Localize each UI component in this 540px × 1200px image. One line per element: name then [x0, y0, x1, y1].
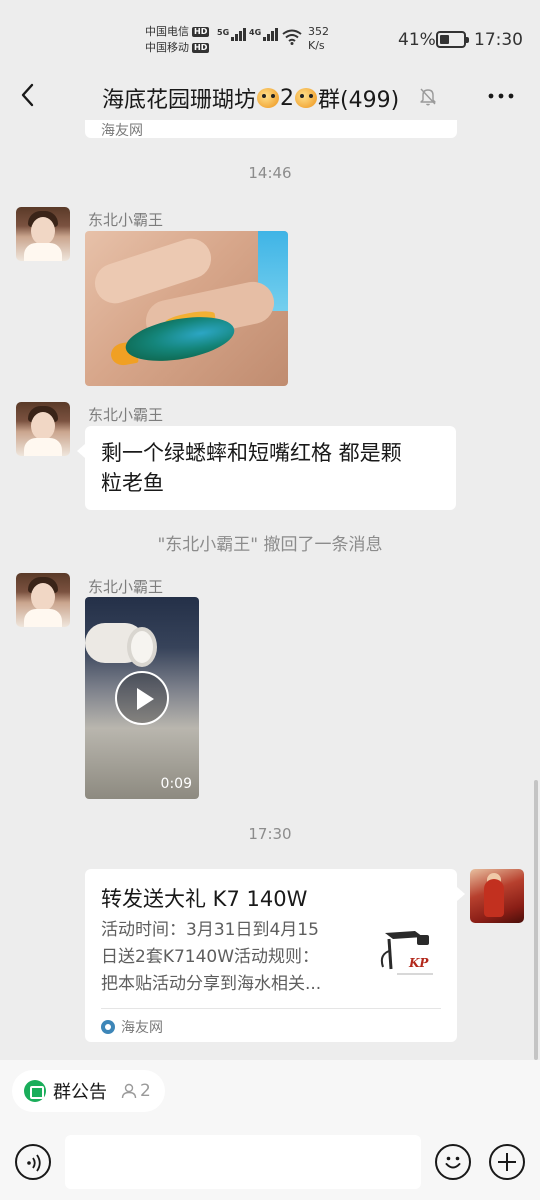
- carrier-info: 中国电信 HD 中国移动 HD: [145, 24, 210, 56]
- carrier-1-label: 中国电信: [145, 25, 189, 38]
- input-bar: [0, 1120, 540, 1200]
- battery-percentage: 41%: [398, 30, 436, 50]
- source-logo-icon: [101, 1020, 115, 1034]
- sender-name: 东北小霸王: [88, 406, 164, 424]
- sender-name: 东北小霸王: [88, 578, 164, 596]
- signal-5g-icon: 5G: [217, 28, 247, 41]
- video-duration: 0:09: [160, 776, 192, 792]
- sender-avatar[interactable]: [16, 573, 70, 627]
- text-message-bubble[interactable]: 剩一个绿蟋蟀和短嘴红格 都是颗 粒老鱼: [77, 426, 456, 510]
- message-text-line: 剩一个绿蟋蟀和短嘴红格 都是颗: [101, 441, 402, 465]
- link-card-divider: [101, 1008, 441, 1009]
- pufferfish-icon: [257, 88, 280, 108]
- message-text-line: 粒老鱼: [101, 471, 164, 495]
- sender-avatar[interactable]: [16, 402, 70, 456]
- link-card-description: 活动时间：3月31日到4月15 日送2套K7140W活动规则： 把本贴活动分享到…: [101, 920, 322, 994]
- group-notice-label: 群公告: [53, 1082, 107, 1103]
- group-tools-strip: 群公告 2: [0, 1060, 540, 1120]
- recall-notice: "东北小霸王" 撤回了一条消息: [157, 535, 383, 555]
- wifi-icon: [282, 29, 302, 45]
- video-message[interactable]: 0:09: [85, 597, 199, 799]
- group-title-part1: 海底花园珊瑚坊: [102, 88, 257, 113]
- bell-muted-icon: [420, 88, 436, 106]
- emoji-icon: [445, 1156, 461, 1169]
- battery-fill: [440, 35, 449, 44]
- more-button[interactable]: [486, 84, 516, 108]
- person-icon: [121, 1083, 137, 1099]
- carrier-2-label: 中国移动: [145, 41, 189, 54]
- pufferfish-icon: [295, 88, 318, 108]
- my-avatar[interactable]: [470, 869, 524, 923]
- more-horizontal-icon: [488, 93, 514, 99]
- voice-icon: [27, 1154, 41, 1172]
- link-card-thumbnail: KP: [373, 921, 443, 991]
- network-speed: 352 K/s: [308, 25, 329, 52]
- message-input[interactable]: [65, 1135, 421, 1189]
- signal-4g-icon: 4G: [249, 28, 279, 41]
- notice-count: 2: [120, 1081, 151, 1101]
- image-message[interactable]: [85, 231, 288, 386]
- notice-count-value: 2: [140, 1081, 151, 1101]
- group-title-part2: 2: [280, 85, 295, 111]
- play-icon[interactable]: [115, 671, 169, 725]
- hd-badge: HD: [192, 27, 210, 37]
- battery-icon: [436, 31, 469, 48]
- group-title: 海底花园珊瑚坊 2 群(499): [102, 82, 399, 114]
- chat-scrollbar[interactable]: [534, 780, 538, 1060]
- group-title-part3: 群(499): [318, 88, 400, 113]
- hd-badge: HD: [192, 43, 210, 53]
- chevron-left-icon: [21, 83, 34, 107]
- voice-input-button[interactable]: [15, 1144, 51, 1180]
- chat-title-bar: 海底花园珊瑚坊 2 群(499): [0, 72, 540, 120]
- timestamp: 17:30: [248, 825, 292, 843]
- timestamp: 14:46: [248, 164, 292, 182]
- group-notice-button[interactable]: 群公告 2: [12, 1070, 165, 1112]
- link-card-partial[interactable]: 海友网: [85, 120, 457, 139]
- status-time: 17:30: [474, 30, 523, 50]
- emoji-button[interactable]: [435, 1144, 471, 1180]
- link-card-source: 海友网: [121, 1020, 163, 1036]
- svg-text:KP: KP: [408, 956, 429, 970]
- link-card-message[interactable]: 转发送大礼 K7 140W 活动时间：3月31日到4月15 日送2套K7140W…: [85, 869, 465, 1042]
- link-card-title: 转发送大礼 K7 140W: [101, 887, 308, 911]
- sender-name: 东北小霸王: [88, 211, 164, 229]
- status-bar: 中国电信 HD 中国移动 HD 5G 4G 352 K/s 41% 17:30: [0, 0, 540, 72]
- notice-icon: [24, 1080, 46, 1102]
- back-button[interactable]: [14, 80, 44, 110]
- more-functions-button[interactable]: [489, 1144, 525, 1180]
- link-card-source: 海友网: [101, 123, 143, 139]
- sender-avatar[interactable]: [16, 207, 70, 261]
- chat-message-list[interactable]: 海友网 14:46 东北小霸王 东北小霸王 剩一个绿蟋蟀和短嘴红格 都是颗 粒老…: [0, 120, 540, 1060]
- link-card-source-row: 海友网: [101, 1017, 163, 1037]
